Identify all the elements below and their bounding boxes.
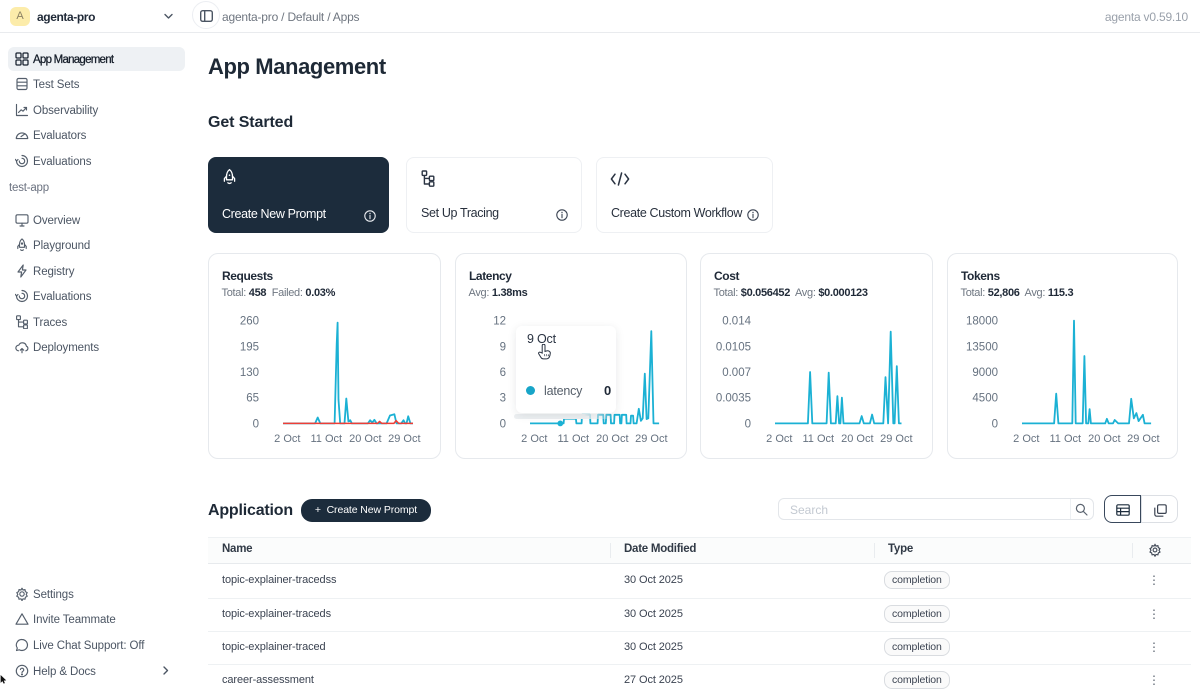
svg-text:29 Oct: 29 Oct xyxy=(1127,433,1159,445)
svg-text:20 Oct: 20 Oct xyxy=(1088,433,1120,445)
svg-text:0: 0 xyxy=(992,418,998,430)
svg-text:2 Oct: 2 Oct xyxy=(274,433,300,445)
svg-text:130: 130 xyxy=(240,367,259,379)
svg-text:6: 6 xyxy=(500,367,506,379)
svg-text:0.0105: 0.0105 xyxy=(716,341,751,353)
svg-text:20 Oct: 20 Oct xyxy=(349,433,381,445)
svg-text:9000: 9000 xyxy=(972,367,998,379)
svg-text:20 Oct: 20 Oct xyxy=(596,433,628,445)
svg-text:0.007: 0.007 xyxy=(722,367,751,379)
svg-text:4500: 4500 xyxy=(972,393,998,405)
svg-text:11 Oct: 11 Oct xyxy=(1050,433,1082,445)
svg-text:65: 65 xyxy=(246,393,259,405)
svg-text:2 Oct: 2 Oct xyxy=(766,433,792,445)
svg-text:0: 0 xyxy=(500,418,506,430)
svg-text:29 Oct: 29 Oct xyxy=(635,433,667,445)
svg-text:18000: 18000 xyxy=(966,316,998,328)
svg-text:0: 0 xyxy=(745,418,751,430)
svg-text:2 Oct: 2 Oct xyxy=(1013,433,1039,445)
svg-text:11 Oct: 11 Oct xyxy=(311,433,343,445)
svg-text:13500: 13500 xyxy=(966,341,998,353)
svg-text:12: 12 xyxy=(493,316,506,328)
svg-text:11 Oct: 11 Oct xyxy=(558,433,590,445)
svg-text:20 Oct: 20 Oct xyxy=(841,433,873,445)
svg-text:260: 260 xyxy=(240,316,259,328)
svg-text:0.0035: 0.0035 xyxy=(716,393,751,405)
svg-text:2 Oct: 2 Oct xyxy=(521,433,547,445)
svg-text:0.014: 0.014 xyxy=(722,316,751,328)
svg-text:29 Oct: 29 Oct xyxy=(388,433,420,445)
svg-text:29 Oct: 29 Oct xyxy=(880,433,912,445)
svg-text:3: 3 xyxy=(500,393,506,405)
svg-text:195: 195 xyxy=(240,341,259,353)
svg-text:0: 0 xyxy=(253,418,259,430)
svg-text:9: 9 xyxy=(500,341,506,353)
svg-text:11 Oct: 11 Oct xyxy=(803,433,835,445)
